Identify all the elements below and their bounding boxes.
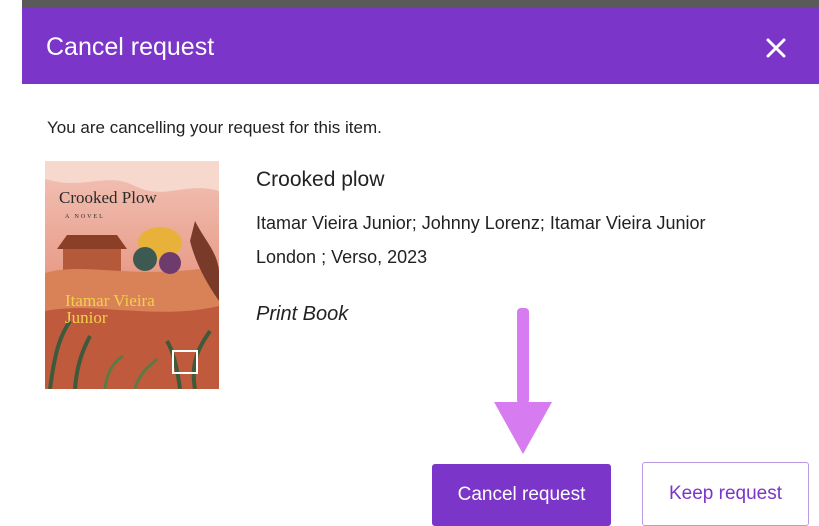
keep-request-button[interactable]: Keep request xyxy=(642,462,809,526)
close-icon xyxy=(766,38,786,58)
item-title: Crooked plow xyxy=(256,168,385,191)
cancel-intro-text: You are cancelling your request for this… xyxy=(47,118,382,137)
book-cover-image: Crooked Plow A NOVEL Itamar Vieira Junio… xyxy=(45,161,219,389)
cancel-request-button[interactable]: Cancel request xyxy=(432,464,611,526)
close-button[interactable] xyxy=(760,32,792,64)
down-arrow-annotation-icon xyxy=(494,308,552,454)
cover-title-text: Crooked Plow xyxy=(59,188,157,207)
cover-author-line2: Junior xyxy=(65,308,108,327)
cancel-request-dialog: Cancel request You are cancelling your r… xyxy=(22,8,819,526)
cover-subtitle-text: A NOVEL xyxy=(65,214,105,220)
item-format: Print Book xyxy=(256,303,349,325)
window-top-edge xyxy=(22,0,819,8)
item-authors: Itamar Vieira Junior; Johnny Lorenz; Ita… xyxy=(256,213,706,233)
item-publisher: London ; Verso, 2023 xyxy=(256,247,428,267)
dialog-header: Cancel request xyxy=(22,8,819,84)
dialog-title: Cancel request xyxy=(46,33,215,61)
